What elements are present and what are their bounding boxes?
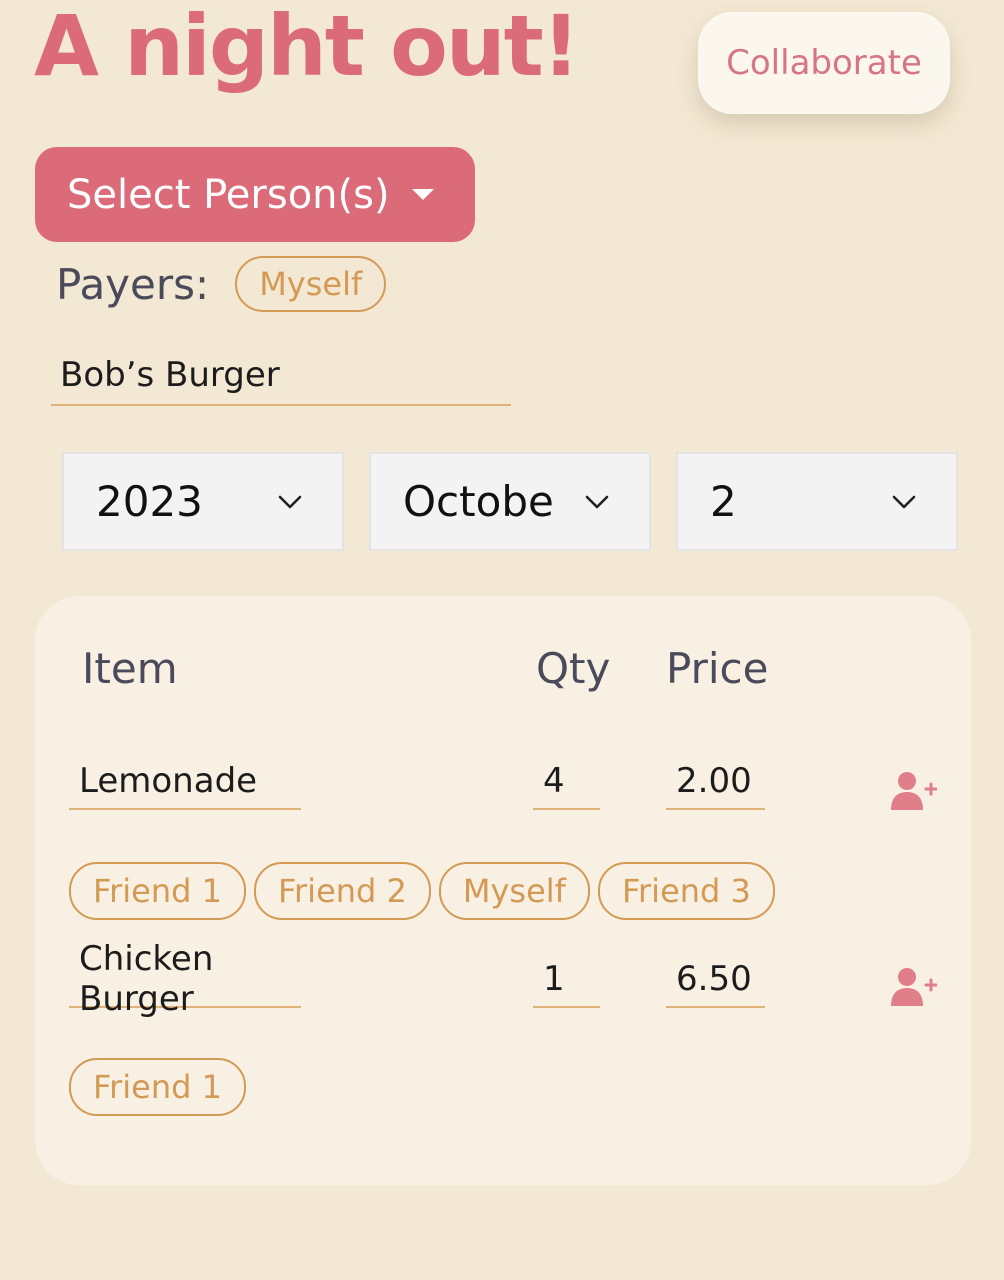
person-chip[interactable]: Myself: [438, 862, 590, 920]
collaborate-button[interactable]: Collaborate: [698, 12, 950, 114]
day-select[interactable]: 2: [676, 452, 958, 551]
row-people-chips: Friend 1: [69, 1058, 246, 1116]
column-header-item: Item: [82, 644, 178, 693]
month-select[interactable]: October: [369, 452, 651, 551]
caret-down-icon: [411, 189, 434, 200]
item-qty-input[interactable]: 1: [533, 952, 600, 1008]
item-price-input[interactable]: 6.50: [666, 952, 765, 1008]
day-select-value: 2: [710, 477, 737, 526]
item-name-input[interactable]: Lemonade: [69, 754, 301, 810]
item-name-input[interactable]: Chicken Burger: [69, 939, 301, 1019]
column-header-qty: Qty: [536, 644, 611, 693]
chevron-down-icon: [585, 495, 609, 509]
chevron-down-icon: [278, 495, 302, 509]
month-select-value: October: [403, 477, 553, 526]
item-qty-input[interactable]: 4: [533, 754, 600, 810]
page-title: A night out!: [34, 0, 580, 95]
add-person-icon[interactable]: [891, 964, 937, 1010]
person-chip[interactable]: Friend 2: [253, 862, 431, 920]
payers-label: Payers:: [56, 259, 210, 309]
select-person-label: Select Person(s): [67, 171, 390, 218]
select-person-button[interactable]: Select Person(s): [35, 147, 475, 242]
year-select-value: 2023: [96, 477, 203, 526]
payer-chip[interactable]: Myself: [235, 256, 387, 312]
row-people-chips: Friend 1 Friend 2 Myself Friend 3: [69, 862, 775, 920]
add-person-icon[interactable]: [891, 768, 937, 814]
person-chip[interactable]: Friend 1: [69, 1058, 246, 1116]
year-select[interactable]: 2023: [62, 452, 344, 551]
item-price-input[interactable]: 2.00: [666, 754, 765, 810]
chevron-down-icon: [892, 495, 916, 509]
person-chip[interactable]: Friend 3: [597, 862, 775, 920]
place-name-input[interactable]: Bob’s Burger: [51, 346, 511, 406]
payers-row: Payers: Myself: [56, 256, 387, 312]
column-header-price: Price: [666, 644, 769, 693]
person-chip[interactable]: Friend 1: [69, 862, 246, 920]
